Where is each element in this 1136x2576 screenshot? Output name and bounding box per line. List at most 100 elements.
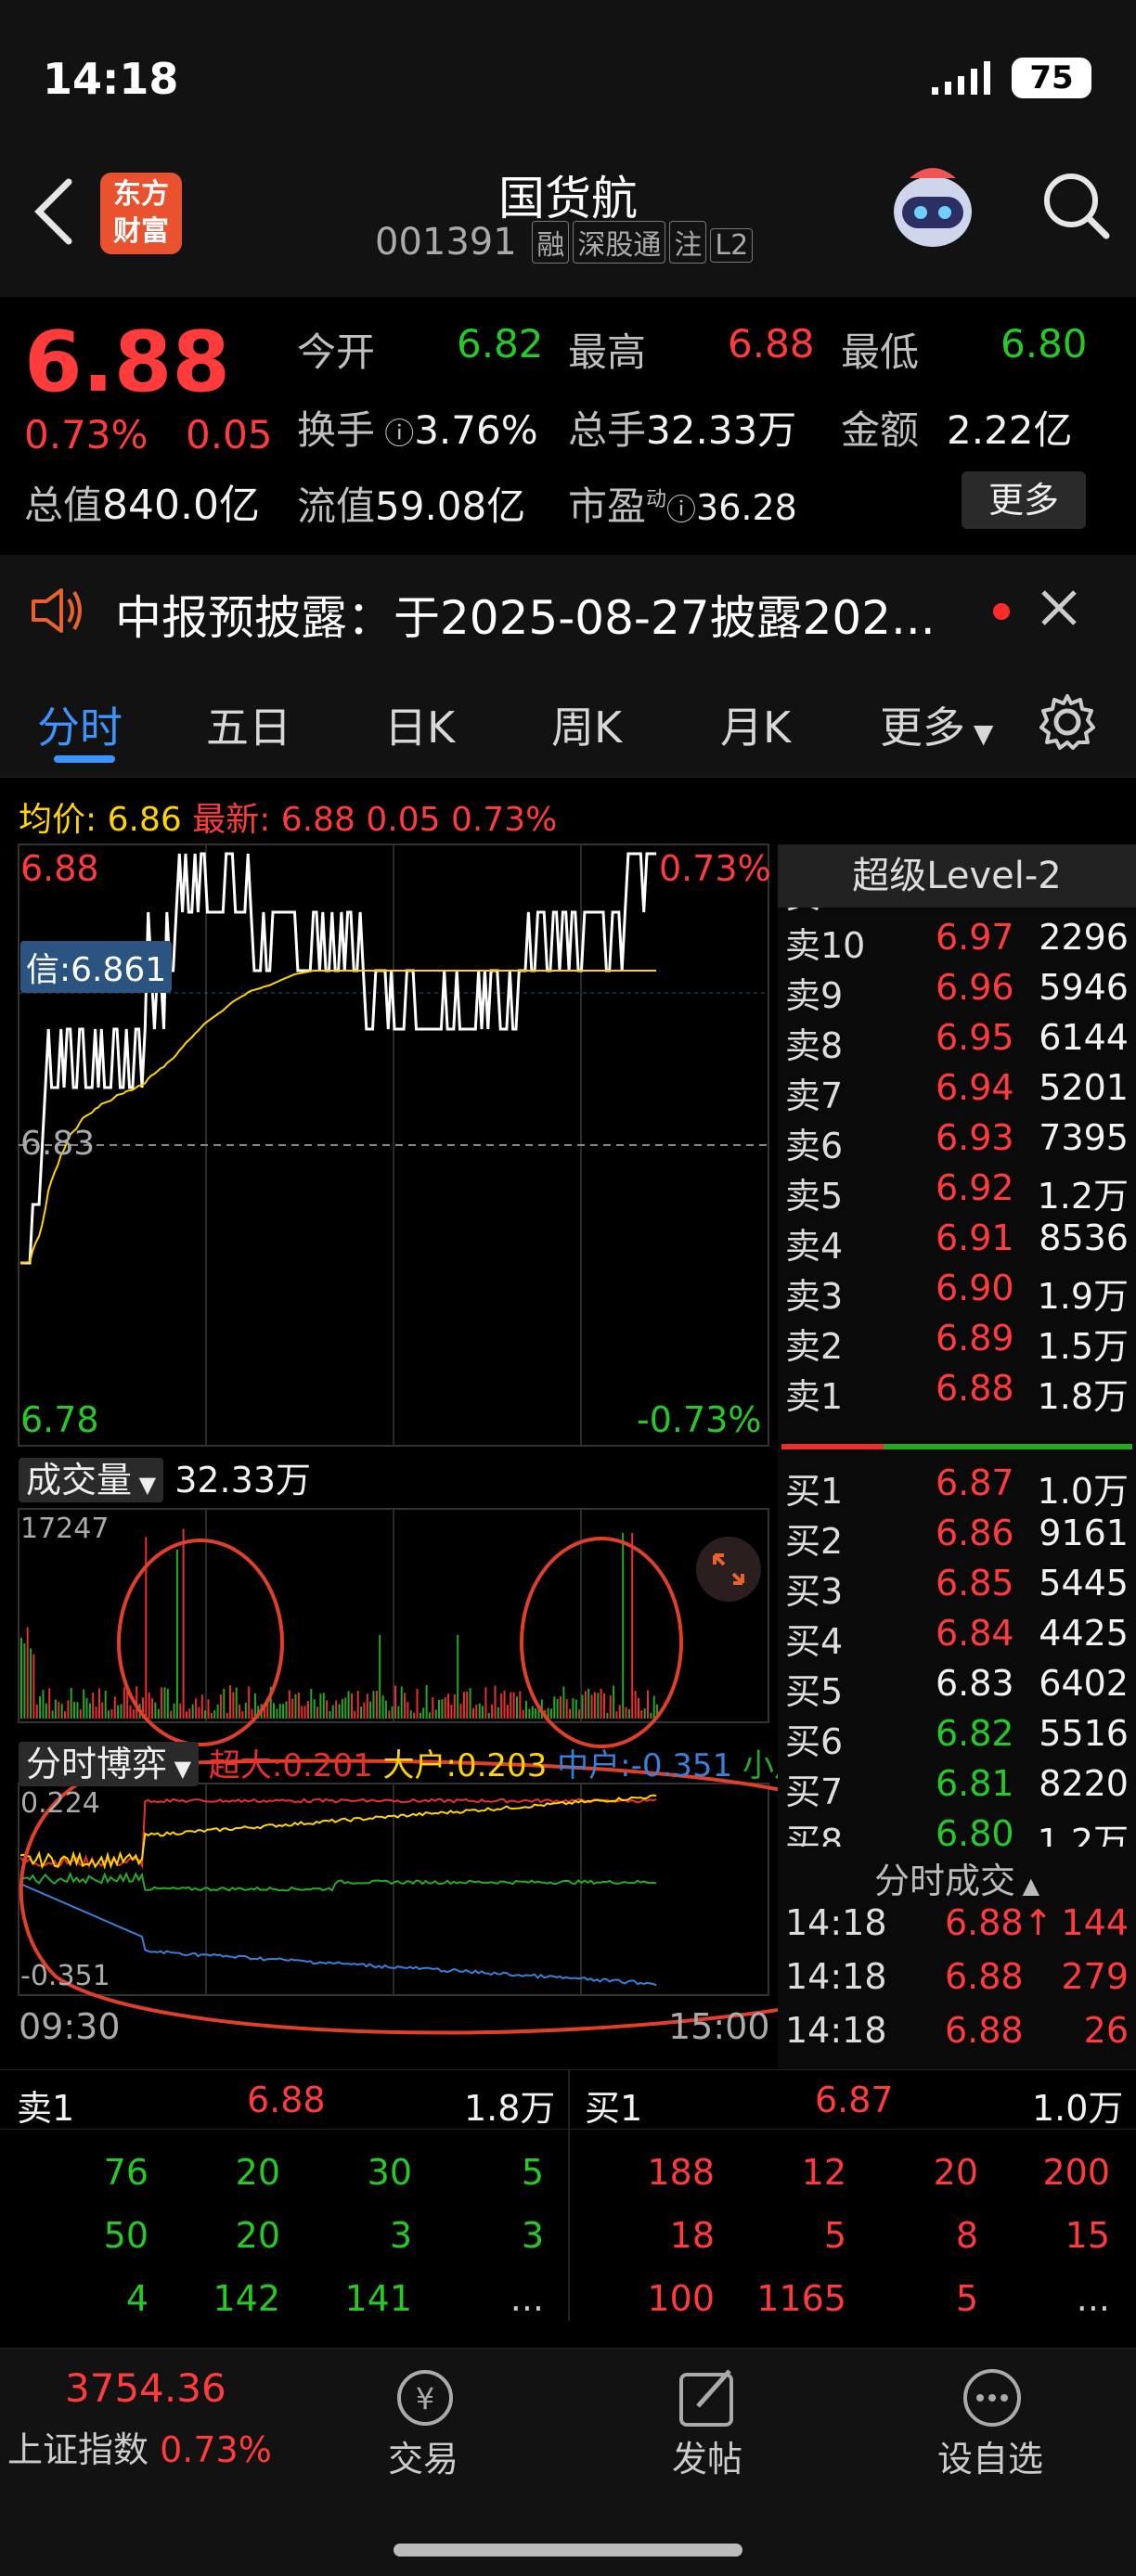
close-icon[interactable] (1039, 588, 1078, 631)
queue-cell: 142 (213, 2278, 280, 2319)
tab-five-day[interactable]: 五日 (206, 694, 291, 755)
volume-header[interactable]: 成交量 ▼ 32.33万 (19, 1451, 311, 1502)
volume-bar (326, 1700, 329, 1719)
queue-buy-vol: 1.0万 (1032, 2088, 1124, 2129)
ob-volume: 2296 (1039, 917, 1129, 958)
volume-bar (20, 1637, 22, 1719)
tag-registered: 注 (669, 221, 707, 264)
ob-label: 卖2 (785, 1326, 844, 1367)
ob-volume: 1.0万 (1037, 1471, 1129, 1512)
volume-bar (531, 1706, 534, 1719)
volume-bar (409, 1710, 412, 1719)
trade-label[interactable]: 交易 (388, 2430, 458, 2481)
ob-price: 6.90 (936, 1268, 1014, 1308)
tab-monthly-k[interactable]: 月K (720, 694, 791, 755)
bottom-nav: 3754.36 上证指数 0.73% ¥ 交易 发帖 设自选 (0, 2348, 1136, 2576)
trades-title[interactable]: 分时成交 ▲ (778, 1852, 1136, 1903)
volume-bar (652, 1695, 655, 1719)
ob-label: 买5 (785, 1671, 844, 1712)
volume-bar (338, 1704, 341, 1719)
volume-bar (92, 1693, 95, 1719)
queue-cell: 5 (955, 2278, 978, 2319)
total-value: 总值840.0亿 (24, 482, 260, 529)
low-label: 最低 (841, 329, 920, 375)
volume-bar (70, 1688, 72, 1719)
add-fav-label[interactable]: 设自选 (937, 2430, 1043, 2481)
volume-bar (640, 1710, 643, 1719)
volume-bar (347, 1691, 350, 1719)
queue-cell: 30 (367, 2152, 412, 2193)
queue-cell: 50 (103, 2215, 148, 2256)
volume-bar (627, 1709, 630, 1719)
volume-bar (344, 1697, 347, 1719)
tab-more[interactable]: 更多 ▼ (880, 694, 993, 755)
ob-volume: 1.2万 (1037, 1176, 1129, 1217)
tab-indicator (54, 755, 115, 763)
search-icon[interactable] (1039, 169, 1114, 247)
volume-bar (319, 1694, 322, 1719)
volume-bar (83, 1689, 85, 1719)
volume-bar (294, 1694, 297, 1719)
queue-cell: 188 (647, 2152, 715, 2193)
large-line (19, 1794, 657, 1870)
volume-bar (216, 1704, 219, 1719)
volume-bar (494, 1685, 497, 1719)
ob-label: 买4 (785, 1621, 844, 1662)
post-label[interactable]: 发帖 (672, 2430, 742, 2481)
trade-volume: 144 (1061, 1902, 1129, 1943)
queue-cell: 3 (521, 2215, 544, 2256)
volume-bar (39, 1696, 42, 1719)
volume-bar (569, 1708, 572, 1719)
bid-row: 买2 6.86 9161 (778, 1513, 1134, 1563)
expand-icon[interactable] (696, 1537, 761, 1602)
robot-avatar-icon[interactable] (882, 158, 984, 260)
volume-bar (108, 1710, 110, 1719)
tab-intraday[interactable]: 分时 (37, 694, 123, 755)
volume-bar (288, 1690, 290, 1719)
queue-cell: 18 (669, 2215, 715, 2256)
settings-gear-icon[interactable] (1038, 692, 1097, 755)
more-dots-icon[interactable] (960, 2365, 1025, 2434)
volume-bar (369, 1701, 372, 1719)
orderbook-title[interactable]: 超级Level-2 (778, 844, 1136, 908)
volume-bar (584, 1691, 587, 1719)
volume-bar (556, 1698, 559, 1719)
volume-bar (213, 1710, 216, 1719)
index-value[interactable]: 3754.36 (65, 2365, 226, 2411)
volume-bar (235, 1687, 238, 1719)
volume-bar (422, 1707, 425, 1719)
volume-bar (407, 1702, 409, 1719)
volume-bar (329, 1711, 331, 1719)
volume-bar (98, 1688, 100, 1719)
tab-daily-k[interactable]: 日K (384, 694, 455, 755)
ob-label: 卖6 (785, 1126, 844, 1166)
volume-bar (441, 1699, 444, 1719)
ob-label: 买3 (785, 1571, 844, 1612)
price-mid-label: 6.83 (20, 1125, 96, 1163)
volume-bar (101, 1702, 104, 1719)
trade-row: 14:18 6.88 26 (778, 2010, 1134, 2060)
volume-bar (587, 1688, 590, 1719)
more-button[interactable]: 更多 (962, 471, 1086, 529)
volume-bar (297, 1692, 300, 1719)
volume-bar (562, 1686, 565, 1719)
volume-bar (79, 1709, 82, 1719)
avg-price-line (19, 970, 657, 1264)
tab-weekly-k[interactable]: 周K (551, 694, 622, 755)
credit-label: 信:6.861 (20, 941, 173, 993)
last-price: 6.88 (24, 314, 231, 411)
index-name-row[interactable]: 上证指数 0.73% (7, 2421, 272, 2472)
volume-bar (241, 1711, 244, 1719)
bid-row: 买5 6.83 6402 (778, 1663, 1134, 1713)
queue-cell: 20 (235, 2152, 280, 2193)
volume-bar (173, 1703, 175, 1719)
volume-bar (549, 1708, 552, 1719)
ob-volume: 7395 (1039, 1117, 1129, 1158)
queue-cell: ... (1076, 2278, 1110, 2319)
ob-label: 卖10 (785, 925, 866, 966)
ask-bar (781, 1444, 884, 1449)
notice-bar[interactable]: 中报预披露：于2025-08-27披露202... (0, 555, 1136, 666)
volume-bar (200, 1694, 203, 1719)
post-icon[interactable] (676, 2365, 741, 2434)
trade-icon[interactable]: ¥ (388, 2365, 462, 2434)
